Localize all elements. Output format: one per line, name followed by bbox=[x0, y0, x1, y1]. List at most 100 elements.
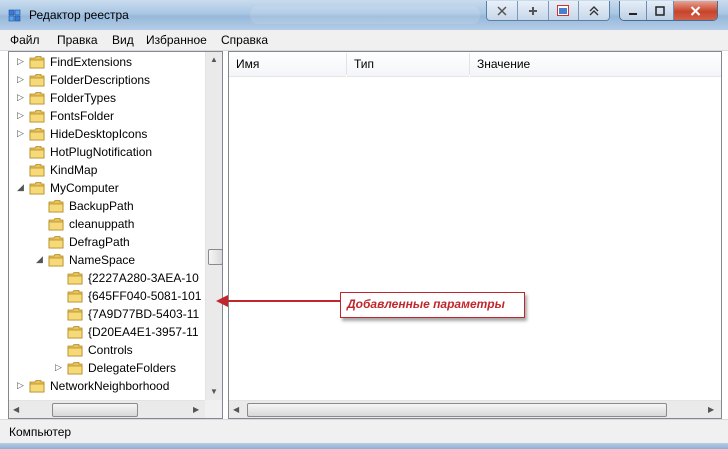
tree-expand-icon[interactable]: ▷ bbox=[16, 111, 25, 120]
tree-item[interactable]: ◢ MyComputer bbox=[9, 179, 205, 197]
title-glow bbox=[250, 6, 480, 24]
scroll-left-icon[interactable]: ◀ bbox=[13, 405, 19, 414]
tree-item[interactable]: {D20EA4E1-3957-11 bbox=[9, 323, 205, 341]
tool-button[interactable] bbox=[517, 1, 549, 20]
tree-item-label: FontsFolder bbox=[50, 109, 115, 123]
annotation-arrow-icon bbox=[216, 295, 228, 307]
tree-expand-icon[interactable]: ▷ bbox=[16, 381, 25, 390]
tree-item-label: {D20EA4E1-3957-11 bbox=[88, 325, 199, 339]
pin-icon bbox=[497, 5, 507, 16]
maximize-icon bbox=[655, 5, 665, 16]
folder-icon bbox=[29, 72, 45, 88]
menu-edit[interactable]: Правка bbox=[57, 33, 98, 47]
scroll-right-icon[interactable]: ▶ bbox=[193, 405, 199, 414]
tree-expand-icon[interactable]: ▷ bbox=[16, 129, 25, 138]
minimize-button[interactable] bbox=[620, 1, 647, 20]
tree-item-label: DefragPath bbox=[69, 235, 130, 249]
tree-item[interactable]: ▷ FindExtensions bbox=[9, 53, 205, 71]
tree-item[interactable]: ◢ NameSpace bbox=[9, 251, 205, 269]
tree-item-label: HideDesktopIcons bbox=[50, 127, 148, 141]
folder-icon bbox=[29, 378, 45, 394]
scroll-down-icon[interactable]: ▼ bbox=[210, 387, 218, 396]
minimize-icon bbox=[629, 12, 637, 15]
column-header-type-label: Тип bbox=[354, 57, 375, 71]
window-mode-button[interactable] bbox=[548, 1, 580, 20]
tree-item[interactable]: {7A9D77BD-5403-11 bbox=[9, 305, 205, 323]
scroll-up-icon[interactable]: ▲ bbox=[210, 55, 218, 64]
list-horizontal-scroll-thumb[interactable] bbox=[247, 403, 667, 417]
tree-item-label: {7A9D77BD-5403-11 bbox=[88, 307, 200, 321]
folder-icon bbox=[29, 162, 45, 178]
list-horizontal-scrollbar[interactable]: ◀ ▶ bbox=[229, 400, 721, 418]
folder-icon bbox=[67, 270, 83, 286]
tree-item-label: KindMap bbox=[50, 163, 98, 177]
tree-item[interactable]: ▷ FolderTypes bbox=[9, 89, 205, 107]
tree-collapse-icon[interactable]: ◢ bbox=[35, 255, 44, 264]
window-bottom-edge bbox=[0, 443, 728, 449]
column-header-value[interactable]: Значение bbox=[470, 52, 721, 77]
tree-item-label: BackupPath bbox=[69, 199, 134, 213]
folder-icon bbox=[29, 108, 45, 124]
tree-item-label: DelegateFolders bbox=[88, 361, 177, 375]
tree-expand-icon[interactable]: ▷ bbox=[16, 93, 25, 102]
tree-expand-icon[interactable]: ▷ bbox=[16, 75, 25, 84]
tree-item[interactable]: HotPlugNotification bbox=[9, 143, 205, 161]
tree-item[interactable]: ▷ FontsFolder bbox=[9, 107, 205, 125]
tree-item-label: {2227A280-3AEA-10 bbox=[88, 271, 199, 285]
menu-help[interactable]: Справка bbox=[221, 33, 268, 47]
folder-icon bbox=[67, 360, 83, 376]
tree-item[interactable]: BackupPath bbox=[9, 197, 205, 215]
menu-favorites[interactable]: Избранное bbox=[146, 33, 207, 47]
values-list[interactable]: Имя Тип Значение ◀ ▶ bbox=[228, 51, 722, 419]
column-header-type[interactable]: Тип bbox=[347, 52, 469, 77]
tree-item[interactable]: ▷ NetworkNeighborhood bbox=[9, 377, 205, 395]
menu-file[interactable]: Файл bbox=[10, 33, 40, 47]
tree-vertical-scroll-thumb[interactable] bbox=[208, 249, 222, 265]
tree-expand-icon[interactable]: ▷ bbox=[54, 363, 63, 372]
registry-tree[interactable]: ▷ FindExtensions ▷ FolderDescriptions ▷ Folde… bbox=[8, 51, 223, 419]
tree-item[interactable]: {2227A280-3AEA-10 bbox=[9, 269, 205, 287]
pin-button[interactable] bbox=[487, 1, 518, 20]
tree-item-label: FolderTypes bbox=[50, 91, 117, 105]
folder-icon bbox=[48, 252, 64, 268]
annotation-text: Добавленные параметры bbox=[347, 297, 505, 311]
folder-icon bbox=[48, 216, 64, 232]
scroll-right-icon[interactable]: ▶ bbox=[708, 405, 714, 414]
tree-horizontal-scrollbar[interactable]: ◀ ▶ bbox=[9, 400, 205, 418]
scroll-left-icon[interactable]: ◀ bbox=[233, 405, 239, 414]
tree-item[interactable]: cleanuppath bbox=[9, 215, 205, 233]
registry-editor-icon bbox=[8, 9, 21, 22]
tool-icon bbox=[528, 6, 537, 15]
tree-item[interactable]: KindMap bbox=[9, 161, 205, 179]
tree-expand-icon[interactable]: ▷ bbox=[16, 57, 25, 66]
status-text: Компьютер bbox=[9, 425, 72, 439]
tree-item-label: MyComputer bbox=[50, 181, 119, 195]
column-header-value-label: Значение bbox=[477, 57, 531, 71]
tree-item[interactable]: ▷ DelegateFolders bbox=[9, 359, 205, 377]
tree-horizontal-scroll-thumb[interactable] bbox=[52, 403, 138, 417]
tree-item-label: HotPlugNotification bbox=[50, 145, 153, 159]
double-chevron-up-icon bbox=[589, 5, 599, 15]
tree-collapse-icon[interactable]: ◢ bbox=[16, 183, 25, 192]
tree-vertical-scrollbar[interactable]: ▲ ▼ bbox=[205, 52, 222, 400]
title-bar: Редактор реестра bbox=[0, 0, 728, 31]
window-title: Редактор реестра bbox=[29, 8, 129, 22]
tree-item[interactable]: DefragPath bbox=[9, 233, 205, 251]
roll-up-button[interactable] bbox=[579, 1, 609, 20]
folder-icon bbox=[29, 90, 45, 106]
tree-item[interactable]: ▷ FolderDescriptions bbox=[9, 71, 205, 89]
title-extra-buttons bbox=[486, 1, 610, 21]
maximize-button[interactable] bbox=[647, 1, 674, 20]
tree-item[interactable]: ▷ HideDesktopIcons bbox=[9, 125, 205, 143]
menu-view[interactable]: Вид bbox=[112, 33, 134, 47]
column-header-name[interactable]: Имя bbox=[229, 52, 346, 77]
window-mode-icon bbox=[557, 5, 570, 16]
folder-icon bbox=[67, 288, 83, 304]
folder-icon bbox=[29, 54, 45, 70]
tree-item[interactable]: {645FF040-5081-101 bbox=[9, 287, 205, 305]
menu-bar: Файл Правка Вид Избранное Справка bbox=[0, 30, 728, 51]
tree-item[interactable]: Controls bbox=[9, 341, 205, 359]
tree-item-label: {645FF040-5081-101 bbox=[88, 289, 202, 303]
close-button[interactable] bbox=[674, 1, 717, 20]
folder-icon bbox=[29, 180, 45, 196]
